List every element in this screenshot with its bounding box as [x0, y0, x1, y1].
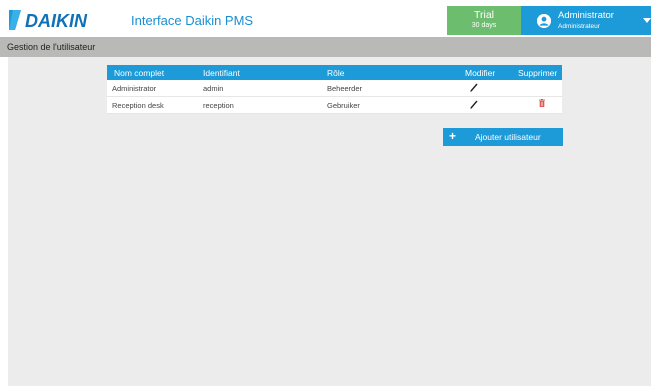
content-area: Nom complet Identifiant Rôle Modifier Su…	[8, 57, 651, 386]
table-row: Administrator admin Beheerder	[107, 80, 562, 97]
plus-icon: +	[449, 129, 457, 143]
cell-role: Gebruiker	[327, 101, 360, 110]
user-role: Administrateur	[558, 23, 600, 30]
trial-badge: Trial 30 days	[447, 6, 521, 35]
add-user-button[interactable]: + Ajouter utilisateur	[443, 128, 563, 146]
column-header-edit: Modifier	[465, 68, 496, 78]
app-title: Interface Daikin PMS	[131, 13, 254, 28]
trash-icon[interactable]	[539, 99, 545, 107]
column-header-username: Identifiant	[203, 68, 240, 78]
cell-full-name: Reception desk	[112, 101, 164, 110]
user-menu[interactable]: Administrator Administrateur	[521, 6, 651, 35]
trial-label: Trial	[473, 9, 495, 21]
page-header-bar: Gestion de l'utilisateur	[0, 37, 651, 57]
trial-days: 30 days	[471, 22, 497, 29]
daikin-logo: DAIKIN	[9, 10, 88, 31]
pencil-icon[interactable]	[470, 83, 478, 92]
column-header-role: Rôle	[327, 68, 345, 78]
users-table: Nom complet Identifiant Rôle Modifier Su…	[107, 65, 562, 114]
cell-full-name: Administrator	[112, 84, 157, 93]
cell-role: Beheerder	[327, 84, 363, 93]
column-header-delete: Supprimer	[518, 68, 558, 78]
user-avatar-icon	[537, 14, 551, 28]
caret-down-icon[interactable]	[643, 18, 651, 23]
svg-text:DAIKIN: DAIKIN	[25, 11, 88, 31]
table-header: Nom complet Identifiant Rôle Modifier Su…	[107, 65, 562, 80]
cell-username: reception	[203, 101, 234, 110]
user-name: Administrator	[558, 10, 614, 21]
table-row: Reception desk reception Gebruiker	[107, 97, 562, 114]
app-header: DAIKIN Interface Daikin PMS Trial 30 day…	[0, 0, 651, 37]
add-user-label: Ajouter utilisateur	[475, 132, 541, 142]
pencil-icon[interactable]	[470, 100, 478, 109]
column-header-full-name: Nom complet	[114, 68, 165, 78]
cell-username: admin	[203, 84, 224, 93]
page-title: Gestion de l'utilisateur	[7, 42, 96, 52]
